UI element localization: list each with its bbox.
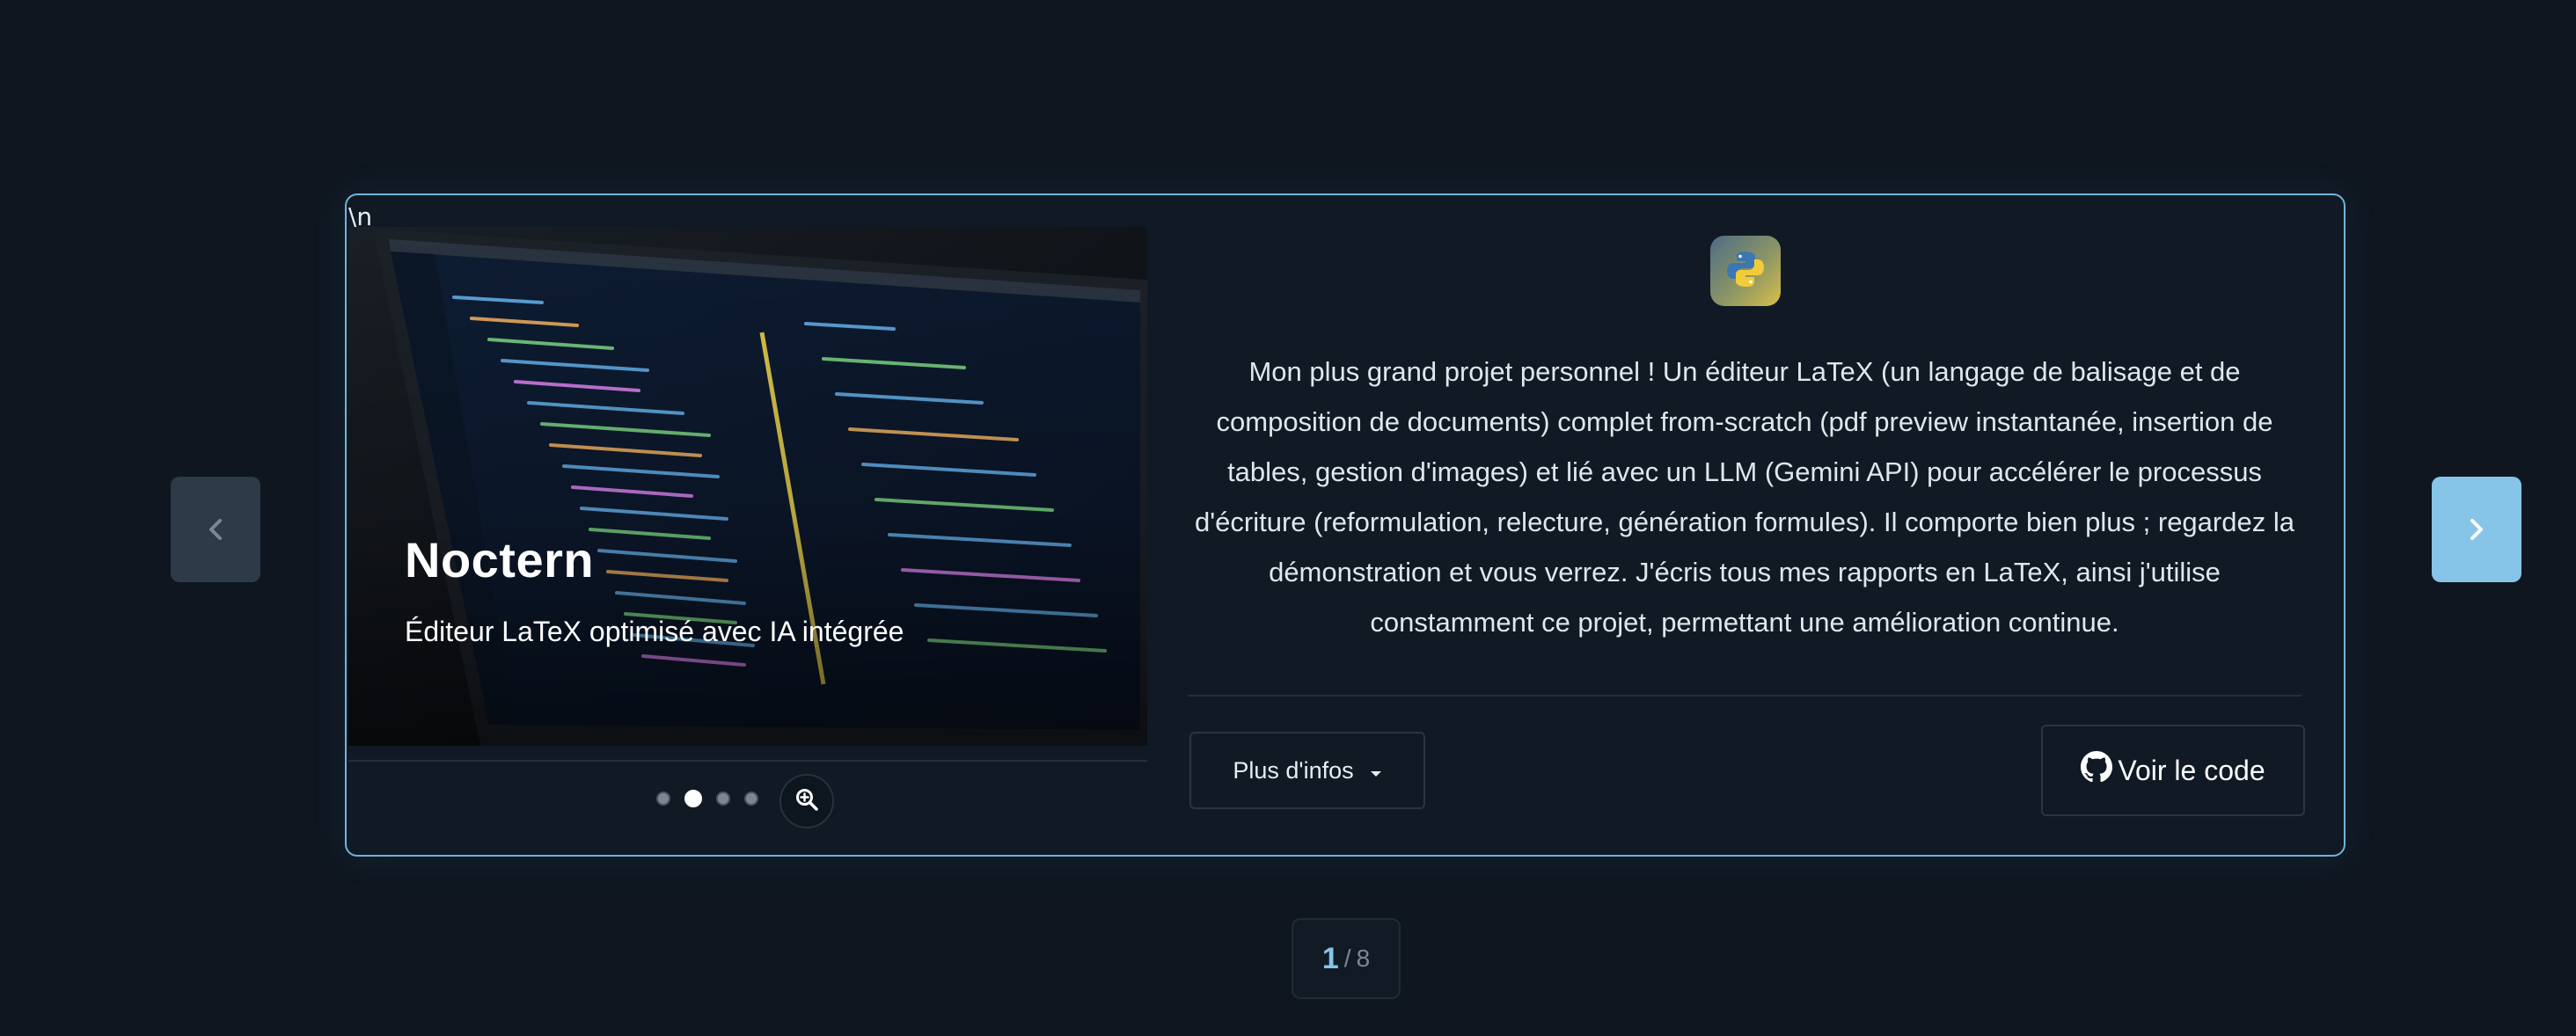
zoom-in-icon — [794, 787, 819, 816]
zoom-button[interactable] — [779, 774, 834, 828]
carousel-dot[interactable] — [744, 792, 758, 806]
content-divider — [1188, 695, 2302, 697]
more-info-label: Plus d'infos — [1233, 756, 1354, 784]
view-code-button[interactable]: Voir le code — [2041, 725, 2305, 816]
python-badge — [1710, 236, 1781, 306]
project-description: Mon plus grand projet personnel ! Un édi… — [1195, 356, 2294, 638]
current-page: 1 — [1321, 941, 1339, 975]
carousel-dot-active[interactable] — [684, 790, 702, 807]
laptop-illustration — [348, 227, 1147, 746]
project-image[interactable]: Noctern Éditeur LaTeX optimisé avec IA i… — [348, 227, 1147, 746]
chevron-right-icon — [2467, 516, 2486, 543]
page-counter: 1 / 8 — [1292, 918, 1401, 999]
page-separator: / — [1343, 945, 1351, 972]
next-project-button[interactable] — [2432, 477, 2521, 582]
caret-down-icon — [1370, 757, 1382, 784]
more-info-button[interactable]: Plus d'infos — [1189, 732, 1425, 809]
image-divider — [348, 760, 1147, 762]
project-subtitle: Éditeur LaTeX optimisé avec IA intégrée — [405, 616, 904, 647]
python-icon — [1725, 249, 1766, 294]
carousel-indicators — [656, 790, 772, 807]
view-code-label: Voir le code — [2118, 754, 2265, 786]
project-card: \n Noctern Éditeur LaTeX optimisé avec I… — [345, 193, 2345, 857]
previous-project-button[interactable] — [171, 477, 260, 582]
chevron-left-icon — [206, 516, 225, 543]
carousel-dot[interactable] — [656, 792, 670, 806]
carousel-dot[interactable] — [716, 792, 730, 806]
project-title: Noctern — [405, 532, 595, 587]
total-pages: 8 — [1356, 945, 1371, 972]
github-icon — [2081, 751, 2113, 790]
